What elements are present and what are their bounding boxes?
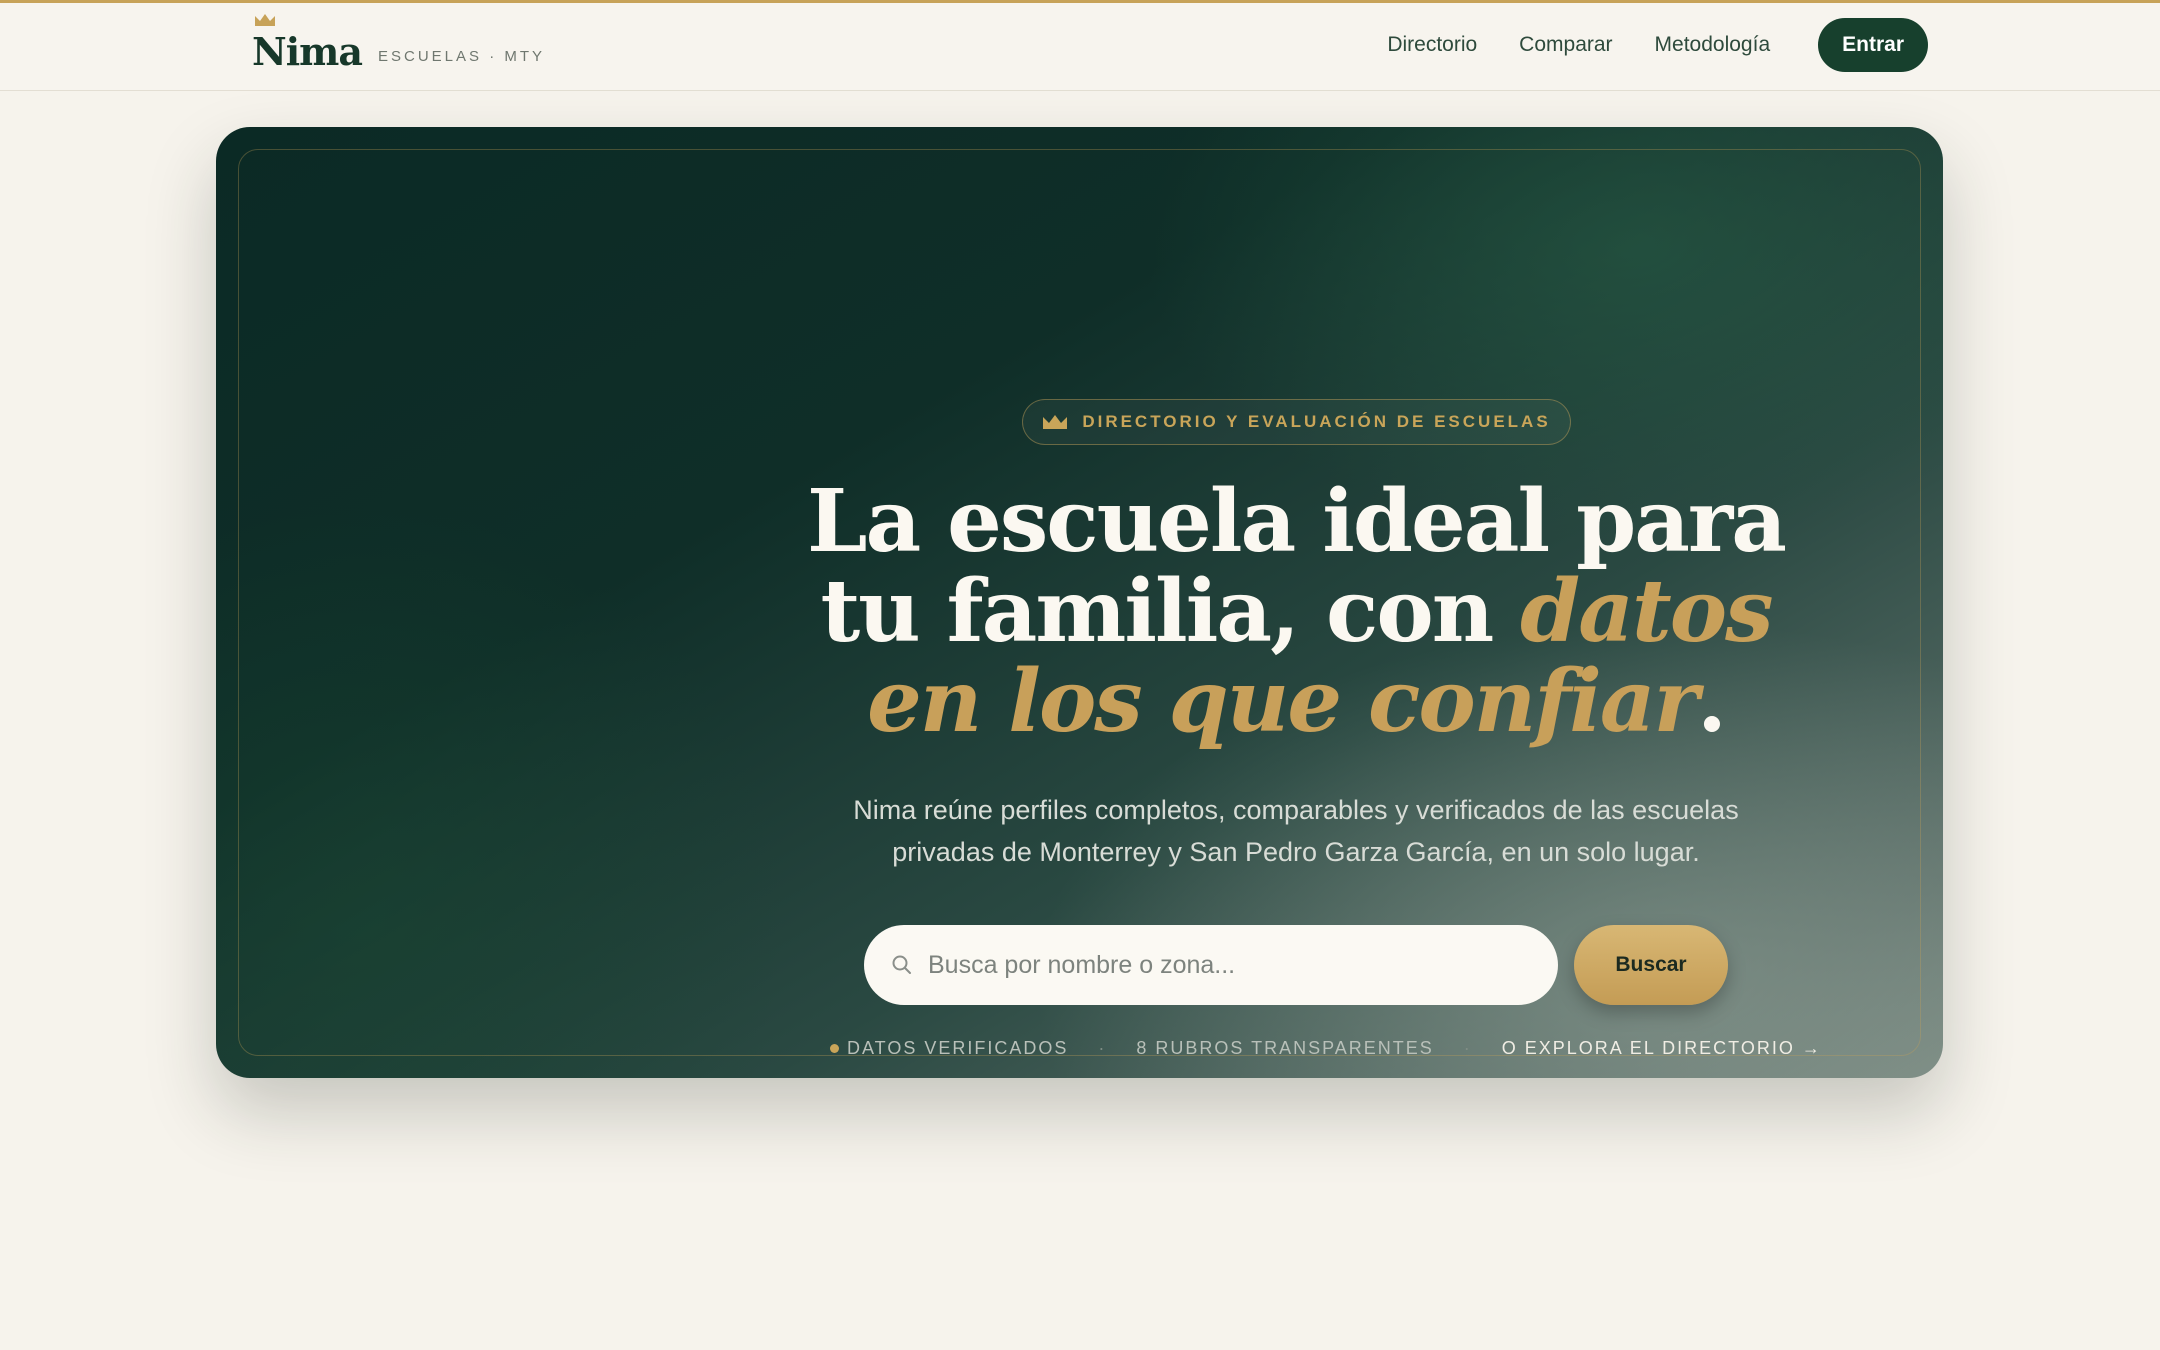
hero-card: DIRECTORIO Y EVALUACIÓN DE ESCUELAS La e…: [216, 127, 1943, 1078]
search-bar[interactable]: [864, 925, 1558, 1005]
hero-meta: DATOS VERIFICADOS · 8 RUBROS TRANSPARENT…: [830, 1036, 1822, 1060]
hero-description: Nima reúne perfiles completos, comparabl…: [746, 789, 1846, 873]
login-button[interactable]: Entrar: [1818, 18, 1928, 72]
meta-separator: ·: [1463, 1037, 1472, 1058]
meta-verified: DATOS VERIFICADOS: [847, 1037, 1069, 1058]
hero-badge-label: DIRECTORIO Y EVALUACIÓN DE ESCUELAS: [1082, 412, 1551, 431]
headline-period: .: [1696, 651, 1727, 752]
nav-metodologia[interactable]: Metodología: [1655, 33, 1771, 57]
explore-directory-link[interactable]: O EXPLORA EL DIRECTORIO →: [1502, 1038, 1822, 1059]
hero-description-line1: Nima reúne perfiles completos, comparabl…: [853, 795, 1739, 825]
search-input[interactable]: [928, 950, 1528, 980]
headline-highlight-datos: datos: [1520, 561, 1773, 662]
hero-headline: La escuela ideal para tu familia, con da…: [646, 477, 1943, 747]
hero-description-line2: privadas de Monterrey y San Pedro Garza …: [892, 837, 1700, 867]
meta-rubros: 8 RUBROS TRANSPARENTES: [1136, 1037, 1434, 1058]
headline-line2: tu familia, con: [820, 561, 1521, 662]
nav-comparar[interactable]: Comparar: [1519, 33, 1612, 57]
meta-separator: ·: [1098, 1037, 1107, 1058]
crown-icon: [255, 14, 275, 26]
crown-icon: [1043, 415, 1068, 429]
nav-directorio[interactable]: Directorio: [1387, 33, 1477, 57]
brand-name: Nima: [252, 29, 363, 74]
hero-badge: DIRECTORIO Y EVALUACIÓN DE ESCUELAS: [1022, 399, 1571, 445]
site-header: Nima ESCUELAS · MTY Directorio Comparar …: [0, 3, 2160, 91]
brand-subtitle: ESCUELAS · MTY: [378, 48, 546, 65]
headline-highlight-line3: en los que confiar: [867, 651, 1699, 752]
search-icon: [892, 955, 911, 974]
status-dot: [830, 1043, 839, 1053]
brand-logo[interactable]: Nima ESCUELAS · MTY: [252, 9, 545, 89]
search-button[interactable]: Buscar: [1574, 925, 1728, 1005]
main-nav: Directorio Comparar Metodología Entrar: [1387, 18, 1928, 72]
headline-line1: La escuela ideal para: [807, 471, 1787, 572]
